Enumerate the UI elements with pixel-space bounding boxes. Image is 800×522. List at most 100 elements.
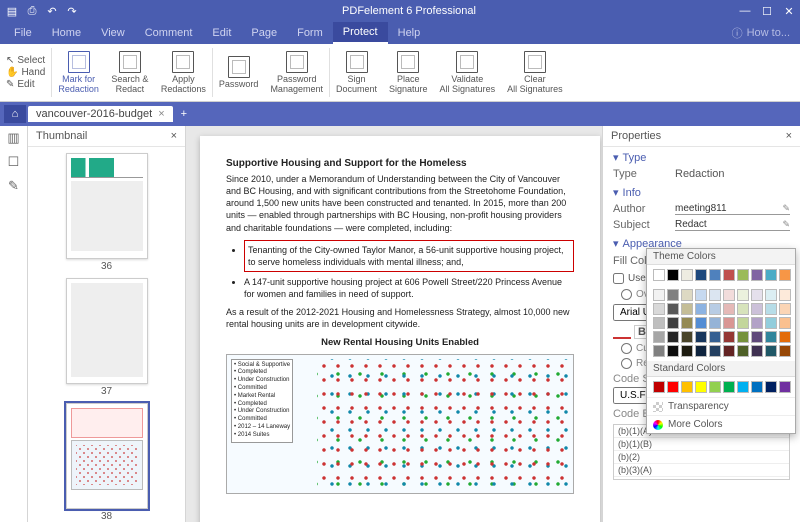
redo-quick-icon[interactable]: ↷: [64, 3, 80, 19]
close-button[interactable]: ✕: [782, 5, 796, 18]
section-type[interactable]: ▾Type: [603, 147, 800, 166]
color-swatch[interactable]: [653, 317, 665, 329]
howto-link[interactable]: How to...: [747, 27, 790, 39]
menu-view[interactable]: View: [91, 22, 135, 44]
color-swatch[interactable]: [723, 269, 735, 281]
color-swatch[interactable]: [681, 289, 693, 301]
menu-form[interactable]: Form: [287, 22, 333, 44]
color-swatch[interactable]: [695, 317, 707, 329]
color-swatch[interactable]: [667, 317, 679, 329]
color-swatch[interactable]: [681, 331, 693, 343]
tool-hand[interactable]: ✋Hand: [6, 67, 45, 78]
use-overlay-text-checkbox[interactable]: [613, 273, 624, 284]
color-swatch[interactable]: [667, 381, 679, 393]
password-button[interactable]: Password: [213, 44, 265, 101]
document-tab[interactable]: vancouver-2016-budget×: [28, 106, 173, 122]
color-swatch[interactable]: [681, 303, 693, 315]
sign-document-button[interactable]: Sign Document: [330, 44, 383, 101]
font-color-button[interactable]: [613, 325, 631, 339]
color-swatch[interactable]: [765, 345, 777, 357]
color-swatch[interactable]: [709, 303, 721, 315]
code-entry[interactable]: (b)(1)(B): [614, 438, 789, 451]
color-swatch[interactable]: [779, 317, 791, 329]
color-swatch[interactable]: [723, 381, 735, 393]
color-swatch[interactable]: [779, 331, 791, 343]
color-swatch[interactable]: [667, 331, 679, 343]
color-swatch[interactable]: [667, 303, 679, 315]
color-swatch[interactable]: [723, 317, 735, 329]
color-swatch[interactable]: [667, 345, 679, 357]
menu-help[interactable]: Help: [388, 22, 431, 44]
color-swatch[interactable]: [765, 289, 777, 301]
code-entry[interactable]: (b)(3)(A): [614, 464, 789, 477]
mark-for-redaction-button[interactable]: Mark for Redaction: [52, 44, 105, 101]
color-swatch[interactable]: [751, 269, 763, 281]
search-redact-button[interactable]: Search & Redact: [105, 44, 155, 101]
redaction-mark[interactable]: Tenanting of the City-owned Taylor Manor…: [244, 240, 574, 272]
color-swatch[interactable]: [723, 331, 735, 343]
menu-page[interactable]: Page: [241, 22, 287, 44]
thumbnail-page[interactable]: 37: [62, 278, 152, 397]
color-swatch[interactable]: [751, 331, 763, 343]
tab-home-icon[interactable]: ⌂: [4, 105, 26, 123]
menu-file[interactable]: File: [4, 22, 42, 44]
author-field[interactable]: meeting811✎: [675, 203, 790, 215]
color-swatch[interactable]: [779, 303, 791, 315]
place-signature-button[interactable]: Place Signature: [383, 44, 434, 101]
color-swatch[interactable]: [737, 289, 749, 301]
thumbnails-rail-icon[interactable]: ▥: [7, 130, 19, 146]
color-swatch[interactable]: [653, 303, 665, 315]
custom-text-radio[interactable]: [621, 343, 632, 354]
color-swatch[interactable]: [653, 289, 665, 301]
overlay-text-radio[interactable]: [621, 289, 632, 300]
color-swatch[interactable]: [681, 269, 693, 281]
bookmarks-rail-icon[interactable]: ☐: [8, 154, 20, 170]
color-swatch[interactable]: [723, 303, 735, 315]
color-swatch[interactable]: [779, 289, 791, 301]
color-swatch[interactable]: [737, 317, 749, 329]
new-tab-button[interactable]: +: [175, 108, 193, 120]
color-swatch[interactable]: [709, 289, 721, 301]
menu-protect[interactable]: Protect: [333, 22, 388, 44]
color-swatch[interactable]: [695, 269, 707, 281]
color-swatch[interactable]: [779, 269, 791, 281]
color-swatch[interactable]: [653, 269, 665, 281]
color-swatch[interactable]: [695, 303, 707, 315]
color-swatch[interactable]: [695, 331, 707, 343]
color-swatch[interactable]: [765, 381, 777, 393]
undo-quick-icon[interactable]: ↶: [44, 3, 60, 19]
color-swatch[interactable]: [737, 269, 749, 281]
color-swatch[interactable]: [751, 317, 763, 329]
color-swatch[interactable]: [723, 289, 735, 301]
apply-redactions-button[interactable]: Apply Redactions: [155, 44, 212, 101]
subject-field[interactable]: Redact✎: [675, 219, 790, 231]
tool-edit[interactable]: ✎Edit: [6, 79, 45, 90]
color-swatch[interactable]: [765, 303, 777, 315]
minimize-button[interactable]: —: [738, 5, 752, 18]
menu-edit[interactable]: Edit: [202, 22, 241, 44]
color-swatch[interactable]: [751, 303, 763, 315]
print-quick-icon[interactable]: ⎙: [24, 3, 40, 19]
thumbnail-panel-close-icon[interactable]: ×: [171, 130, 177, 142]
color-swatch[interactable]: [709, 331, 721, 343]
color-swatch[interactable]: [667, 289, 679, 301]
color-swatch[interactable]: [681, 345, 693, 357]
color-swatch[interactable]: [751, 289, 763, 301]
color-swatch[interactable]: [709, 317, 721, 329]
more-colors-option[interactable]: More Colors: [647, 415, 795, 433]
redaction-code-radio[interactable]: [621, 358, 632, 369]
color-swatch[interactable]: [695, 345, 707, 357]
color-swatch[interactable]: [695, 381, 707, 393]
color-swatch[interactable]: [653, 381, 665, 393]
color-swatch[interactable]: [779, 345, 791, 357]
color-swatch[interactable]: [709, 345, 721, 357]
properties-panel-close-icon[interactable]: ×: [786, 130, 792, 142]
color-swatch[interactable]: [765, 269, 777, 281]
transparency-option[interactable]: Transparency: [647, 397, 795, 415]
color-swatch[interactable]: [681, 381, 693, 393]
thumbnail-page[interactable]: 36: [62, 153, 152, 272]
color-swatch[interactable]: [737, 303, 749, 315]
color-swatch[interactable]: [653, 345, 665, 357]
color-swatch[interactable]: [737, 345, 749, 357]
color-swatch[interactable]: [709, 269, 721, 281]
